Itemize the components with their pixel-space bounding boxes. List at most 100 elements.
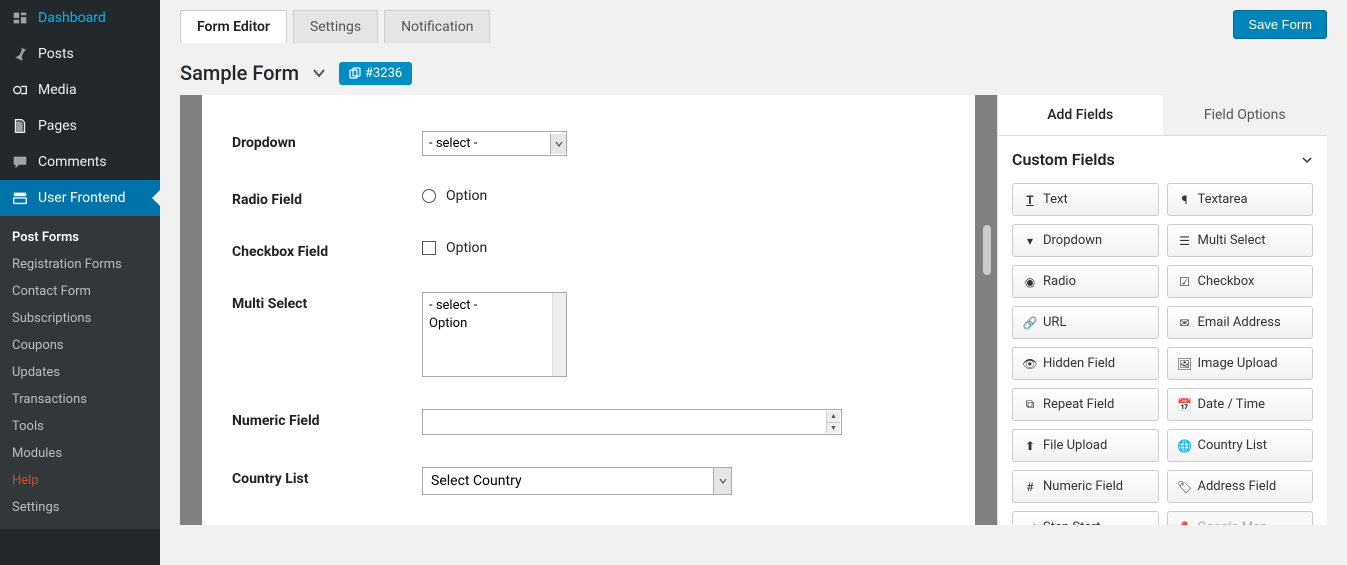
sidebar-item-comments[interactable]: Comments — [0, 144, 160, 180]
field-btn-hidden[interactable]: 👁Hidden Field — [1012, 347, 1159, 380]
field-btn-checkbox[interactable]: ☑Checkbox — [1167, 265, 1314, 298]
field-btn-text[interactable]: TText — [1012, 183, 1159, 216]
save-form-button[interactable]: Save Form — [1233, 10, 1327, 39]
field-dropdown[interactable]: Dropdown - select - — [232, 115, 945, 172]
scrollbar-thumb[interactable] — [983, 225, 991, 275]
step-icon: ⏭ — [1023, 521, 1037, 526]
field-btn-image-upload[interactable]: 🖼Image Upload — [1167, 347, 1314, 380]
submenu-settings[interactable]: Settings — [0, 494, 160, 521]
badge-text: #3236 — [365, 66, 402, 81]
copy-icon: ⧉ — [1023, 398, 1037, 412]
field-panel: Add Fields Field Options Custom Fields T… — [997, 95, 1327, 525]
calendar-icon: 📅 — [1178, 398, 1192, 412]
submenu-contact-form[interactable]: Contact Form — [0, 278, 160, 305]
tab-form-editor[interactable]: Form Editor — [180, 10, 287, 43]
field-btn-file-upload[interactable]: ⬆File Upload — [1012, 429, 1159, 462]
field-btn-country-list[interactable]: 🌐Country List — [1167, 429, 1314, 462]
multiselect-option[interactable]: Option — [429, 315, 560, 333]
sidebar-label: Posts — [38, 46, 74, 62]
comment-icon — [10, 152, 30, 172]
multiselect-option[interactable]: - select - — [429, 297, 560, 315]
tab-notification[interactable]: Notification — [384, 10, 490, 43]
section-title: Custom Fields — [1012, 150, 1115, 169]
submenu-modules[interactable]: Modules — [0, 440, 160, 467]
upload-icon: ⬆ — [1023, 439, 1037, 453]
image-icon: 🖼 — [1178, 357, 1192, 371]
sidebar-item-dashboard[interactable]: Dashboard — [0, 0, 160, 36]
field-radio[interactable]: Radio Field Option — [232, 172, 945, 224]
sidebar-item-media[interactable]: Media — [0, 72, 160, 108]
pin-icon — [10, 44, 30, 64]
field-btn-email[interactable]: ✉Email Address — [1167, 306, 1314, 339]
panel-tab-field-options[interactable]: Field Options — [1163, 95, 1328, 135]
field-label: Multi Select — [232, 292, 422, 312]
numeric-spinner[interactable]: ▲▼ — [826, 411, 840, 433]
submenu-post-forms[interactable]: Post Forms — [0, 224, 160, 251]
field-btn-repeat[interactable]: ⧉Repeat Field — [1012, 388, 1159, 421]
list-icon: ☰ — [1178, 234, 1192, 248]
submenu-tools[interactable]: Tools — [0, 413, 160, 440]
form-canvas: Dropdown - select - Radio Field — [202, 95, 975, 525]
chevron-down-icon[interactable] — [311, 65, 327, 81]
field-btn-url[interactable]: 🔗URL — [1012, 306, 1159, 339]
field-label: Radio Field — [232, 188, 422, 208]
chevron-down-icon — [1301, 154, 1313, 166]
field-btn-google-map[interactable]: 📍Google Map — [1167, 511, 1314, 525]
submenu-registration-forms[interactable]: Registration Forms — [0, 251, 160, 278]
field-numeric[interactable]: Numeric Field ▲▼ — [232, 393, 945, 451]
field-checkbox[interactable]: Checkbox Field Option — [232, 224, 945, 276]
radio-input[interactable] — [422, 189, 436, 203]
submenu-subscriptions[interactable]: Subscriptions — [0, 305, 160, 332]
field-btn-textarea[interactable]: ¶Textarea — [1167, 183, 1314, 216]
sidebar-label: Comments — [38, 154, 107, 170]
field-label: Numeric Field — [232, 409, 422, 429]
sidebar-label: Pages — [38, 118, 77, 134]
submenu-help[interactable]: Help — [0, 467, 160, 494]
field-label: Country List — [232, 467, 422, 487]
sidebar-item-user-frontend[interactable]: User Frontend — [0, 180, 160, 216]
user-frontend-icon — [10, 188, 30, 208]
field-btn-radio[interactable]: ◉Radio — [1012, 265, 1159, 298]
select-value: Select Country — [431, 473, 522, 489]
link-icon: 🔗 — [1023, 316, 1037, 330]
scrollbar[interactable] — [552, 293, 566, 376]
field-multiselect[interactable]: Multi Select - select - Option — [232, 276, 945, 393]
numeric-input[interactable]: ▲▼ — [422, 409, 842, 435]
sidebar-item-posts[interactable]: Posts — [0, 36, 160, 72]
form-id-badge[interactable]: #3236 — [339, 62, 412, 85]
eye-slash-icon: 👁 — [1023, 357, 1037, 371]
chevron-down-icon — [550, 134, 566, 154]
form-canvas-wrap: Dropdown - select - Radio Field — [180, 95, 997, 525]
pages-icon — [10, 116, 30, 136]
field-btn-date-time[interactable]: 📅Date / Time — [1167, 388, 1314, 421]
sidebar-label: Dashboard — [38, 10, 106, 26]
field-btn-multiselect[interactable]: ☰Multi Select — [1167, 224, 1314, 257]
panel-tab-add-fields[interactable]: Add Fields — [998, 95, 1163, 135]
submenu-updates[interactable]: Updates — [0, 359, 160, 386]
select-value: - select - — [429, 136, 477, 151]
paragraph-icon: ¶ — [1178, 193, 1192, 207]
field-btn-address[interactable]: 🏷Address Field — [1167, 470, 1314, 503]
panel-section-custom-fields[interactable]: Custom Fields — [1012, 136, 1313, 183]
multiselect-input[interactable]: - select - Option — [422, 292, 567, 377]
dot-circle-icon: ◉ — [1023, 275, 1037, 289]
copy-icon — [349, 67, 361, 79]
submenu-transactions[interactable]: Transactions — [0, 386, 160, 413]
submenu-coupons[interactable]: Coupons — [0, 332, 160, 359]
dropdown-select[interactable]: - select - — [422, 131, 567, 156]
sidebar-item-pages[interactable]: Pages — [0, 108, 160, 144]
main-content: Form Editor Settings Notification Save F… — [160, 0, 1347, 565]
custom-fields-grid: TText ¶Textarea ▾Dropdown ☰Multi Select … — [1012, 183, 1313, 525]
radio-option-label: Option — [446, 188, 487, 204]
tab-settings[interactable]: Settings — [293, 10, 378, 43]
envelope-icon: ✉ — [1178, 316, 1192, 330]
field-btn-step-start[interactable]: ⏭Step Start — [1012, 511, 1159, 525]
field-btn-numeric[interactable]: #Numeric Field — [1012, 470, 1159, 503]
hash-icon: # — [1023, 480, 1037, 494]
field-label: Checkbox Field — [232, 240, 422, 260]
checkbox-input[interactable] — [422, 241, 436, 255]
check-square-icon: ☑ — [1178, 275, 1192, 289]
field-btn-dropdown[interactable]: ▾Dropdown — [1012, 224, 1159, 257]
country-select[interactable]: Select Country — [422, 467, 732, 495]
field-country[interactable]: Country List Select Country — [232, 451, 945, 511]
